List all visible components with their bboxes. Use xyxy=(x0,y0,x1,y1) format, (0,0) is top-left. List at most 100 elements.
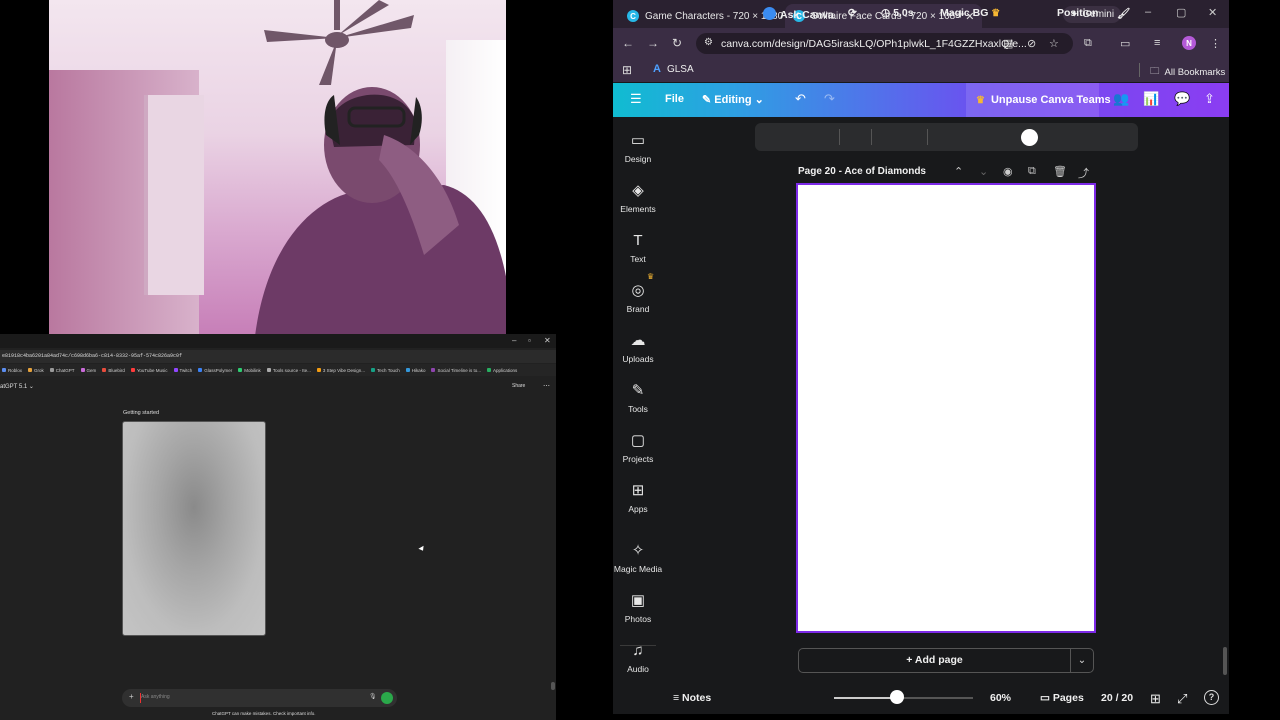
chat-bookmark[interactable]: Applications xyxy=(487,368,517,373)
chat-bookmark[interactable]: 3 Step Vibe Design... xyxy=(316,368,365,373)
redo-button[interactable]: ↷ xyxy=(824,91,835,107)
voice-mode-button[interactable] xyxy=(381,692,393,704)
chevron-down-icon[interactable]: ⌄ xyxy=(979,165,988,178)
chat-bookmark-label: Bluebird xyxy=(108,367,125,373)
people-icon[interactable]: 👥 xyxy=(1113,91,1129,107)
chat-bookmark[interactable]: Gem xyxy=(80,368,96,373)
grid-view-icon[interactable]: ⊞ xyxy=(1150,691,1161,707)
sidebar-item-projects[interactable]: ▢ Projects xyxy=(613,431,663,464)
apps-grid-icon[interactable]: ⊞ xyxy=(622,63,632,77)
cast-icon[interactable]: ▭ xyxy=(1120,37,1130,50)
zoom-percent[interactable]: 60% xyxy=(990,692,1011,704)
extensions-icon[interactable]: ⧉ xyxy=(1084,37,1092,50)
copy-style-icon[interactable]: 🖌 xyxy=(1117,7,1130,20)
editing-menu[interactable]: ✎ Editing ⌄ xyxy=(702,93,764,106)
minimize-button[interactable]: – xyxy=(1145,6,1151,18)
add-page-button[interactable]: + Add page xyxy=(798,648,1071,673)
chat-minimize-button[interactable]: – xyxy=(512,336,516,345)
duplicate-page-icon[interactable]: ⧉ xyxy=(1028,165,1036,178)
add-page-dropdown-icon[interactable]: ⌄ xyxy=(1070,648,1094,673)
eye-off-icon[interactable]: ⊘ xyxy=(1027,37,1036,50)
chat-input[interactable]: + Ask anything 🎙 xyxy=(122,689,397,707)
reload-icon[interactable]: ↻ xyxy=(672,36,682,50)
all-bookmarks[interactable]: 🗀 All Bookmarks xyxy=(1150,64,1225,80)
sidebar-item-text[interactable]: T Text xyxy=(613,231,663,264)
chat-bookmark[interactable]: Social Timeline is to... xyxy=(431,368,481,373)
sidebar-item-elements[interactable]: ◈ Elements xyxy=(613,181,663,214)
chat-scrollbar[interactable] xyxy=(551,682,555,690)
save-to-drive-icon[interactable]: ▤ xyxy=(1003,37,1013,50)
media-icon[interactable]: ≡ xyxy=(1154,37,1160,49)
chat-bookmark[interactable]: Hikako xyxy=(405,368,425,373)
sidebar-item-label: Elements xyxy=(620,204,656,214)
zoom-slider-thumb[interactable] xyxy=(890,690,905,704)
chat-close-button[interactable]: ✕ xyxy=(544,336,551,345)
pages-button[interactable]: ▭ Pages xyxy=(1040,692,1084,704)
file-menu[interactable]: File xyxy=(665,93,684,105)
card-image-preview[interactable] xyxy=(122,421,266,636)
magic-bg-button[interactable]: Magic BG ♛ xyxy=(940,7,1000,19)
bookmark-glsa[interactable]: A GLSA xyxy=(653,63,694,75)
sidebar-item-magic-media[interactable]: ✧ Magic Media xyxy=(613,541,663,574)
page-title[interactable]: Page 20 - Ace of Diamonds xyxy=(798,166,926,177)
ceiling-fan-image xyxy=(264,0,414,85)
ask-canva-button[interactable]: Ask Canva xyxy=(763,7,834,21)
sidebar-item-design[interactable]: ▭ Design xyxy=(613,131,663,164)
chat-bookmark[interactable]: Tools source - Ite... xyxy=(266,368,311,373)
chat-maximize-button[interactable]: ▫ xyxy=(528,336,531,345)
add-page-icon[interactable]: ⤴ xyxy=(1078,165,1089,181)
chat-bookmark[interactable]: ChatGPT xyxy=(49,368,75,373)
fullscreen-icon[interactable]: ⤢ xyxy=(1177,691,1187,707)
address-bar[interactable]: ⚙ canva.com/design/DAG5iraskLQ/OPh1plwkL… xyxy=(696,33,1073,54)
chat-bookmark[interactable]: Grok xyxy=(28,368,44,373)
sidebar-item-uploads[interactable]: ☁ Uploads xyxy=(613,331,663,364)
bookmark-favicon-icon xyxy=(173,368,178,372)
share-button[interactable]: Share xyxy=(512,383,525,389)
attach-plus-icon[interactable]: + xyxy=(129,692,134,701)
browser-menu-icon[interactable]: ⋮ xyxy=(1210,37,1221,50)
forward-icon[interactable]: → xyxy=(647,36,659,50)
chat-bookmark-label: Tech Touch xyxy=(377,367,400,373)
insights-icon[interactable]: 📊 xyxy=(1143,91,1159,107)
delete-page-icon[interactable]: 🗑 xyxy=(1053,165,1067,178)
close-window-button[interactable]: ✕ xyxy=(1208,6,1217,19)
sidebar-item-tools[interactable]: ✎ Tools xyxy=(613,381,663,414)
comment-icon[interactable]: 💬 xyxy=(1174,91,1190,107)
back-icon[interactable]: ← xyxy=(622,36,634,50)
undo-button[interactable]: ↶ xyxy=(795,91,806,107)
sidebar-item-apps[interactable]: ⊞ Apps xyxy=(613,481,663,514)
chat-bookmark[interactable]: Twitch xyxy=(173,368,192,373)
chat-bookmark[interactable]: Tech Touch xyxy=(371,368,400,373)
hide-page-icon[interactable]: ◉ xyxy=(1003,165,1013,178)
maximize-button[interactable]: ▢ xyxy=(1176,6,1186,19)
microphone-icon[interactable]: 🎙 xyxy=(369,693,377,700)
design-canvas[interactable] xyxy=(796,183,1096,633)
unpause-teams-button[interactable]: ♛ Unpause Canva Teams xyxy=(966,83,1111,117)
chat-bookmark[interactable]: Roblox xyxy=(2,368,22,373)
canvas-scrollbar[interactable] xyxy=(1223,647,1227,675)
model-selector[interactable]: atGPT 5.1 ⌄ xyxy=(0,383,34,390)
duration-button[interactable]: ◷ 5.0s xyxy=(881,7,914,19)
pages-icon: ▭ xyxy=(1040,692,1053,704)
chat-bookmark[interactable]: Bluebird xyxy=(102,368,125,373)
position-button[interactable]: Position xyxy=(1057,7,1098,19)
replace-icon[interactable]: ⟳ xyxy=(848,7,857,19)
background-color-swatch[interactable] xyxy=(1021,129,1038,146)
more-options-button[interactable]: ⋯ xyxy=(543,382,550,390)
chat-bookmark[interactable]: YouTube Music xyxy=(130,368,168,373)
profile-avatar[interactable]: N xyxy=(1182,36,1196,50)
chevron-up-icon[interactable]: ⌃ xyxy=(954,165,963,178)
main-menu-icon[interactable]: ☰ xyxy=(630,91,642,107)
help-icon[interactable]: ? xyxy=(1204,690,1219,705)
bookmark-star-icon[interactable]: ☆ xyxy=(1049,37,1059,50)
sidebar-item-brand[interactable]: ◎ Brand xyxy=(613,281,663,314)
photos-icon: ▣ xyxy=(630,592,646,609)
notes-button[interactable]: ≡ Notes xyxy=(673,692,711,704)
share-upload-icon[interactable]: ⇪ xyxy=(1204,91,1215,107)
bookmark-favicon-icon xyxy=(431,368,436,372)
sidebar-item-photos[interactable]: ▣ Photos xyxy=(613,591,663,624)
chat-bookmark[interactable]: GlassPolymer xyxy=(198,368,232,373)
chat-bookmark[interactable]: Mobilink xyxy=(238,368,261,373)
site-settings-icon[interactable]: ⚙ xyxy=(704,37,713,48)
chat-url-bar[interactable]: e81918c4ba6201a84ad74c/c698d6ba6-c814-83… xyxy=(0,350,556,363)
